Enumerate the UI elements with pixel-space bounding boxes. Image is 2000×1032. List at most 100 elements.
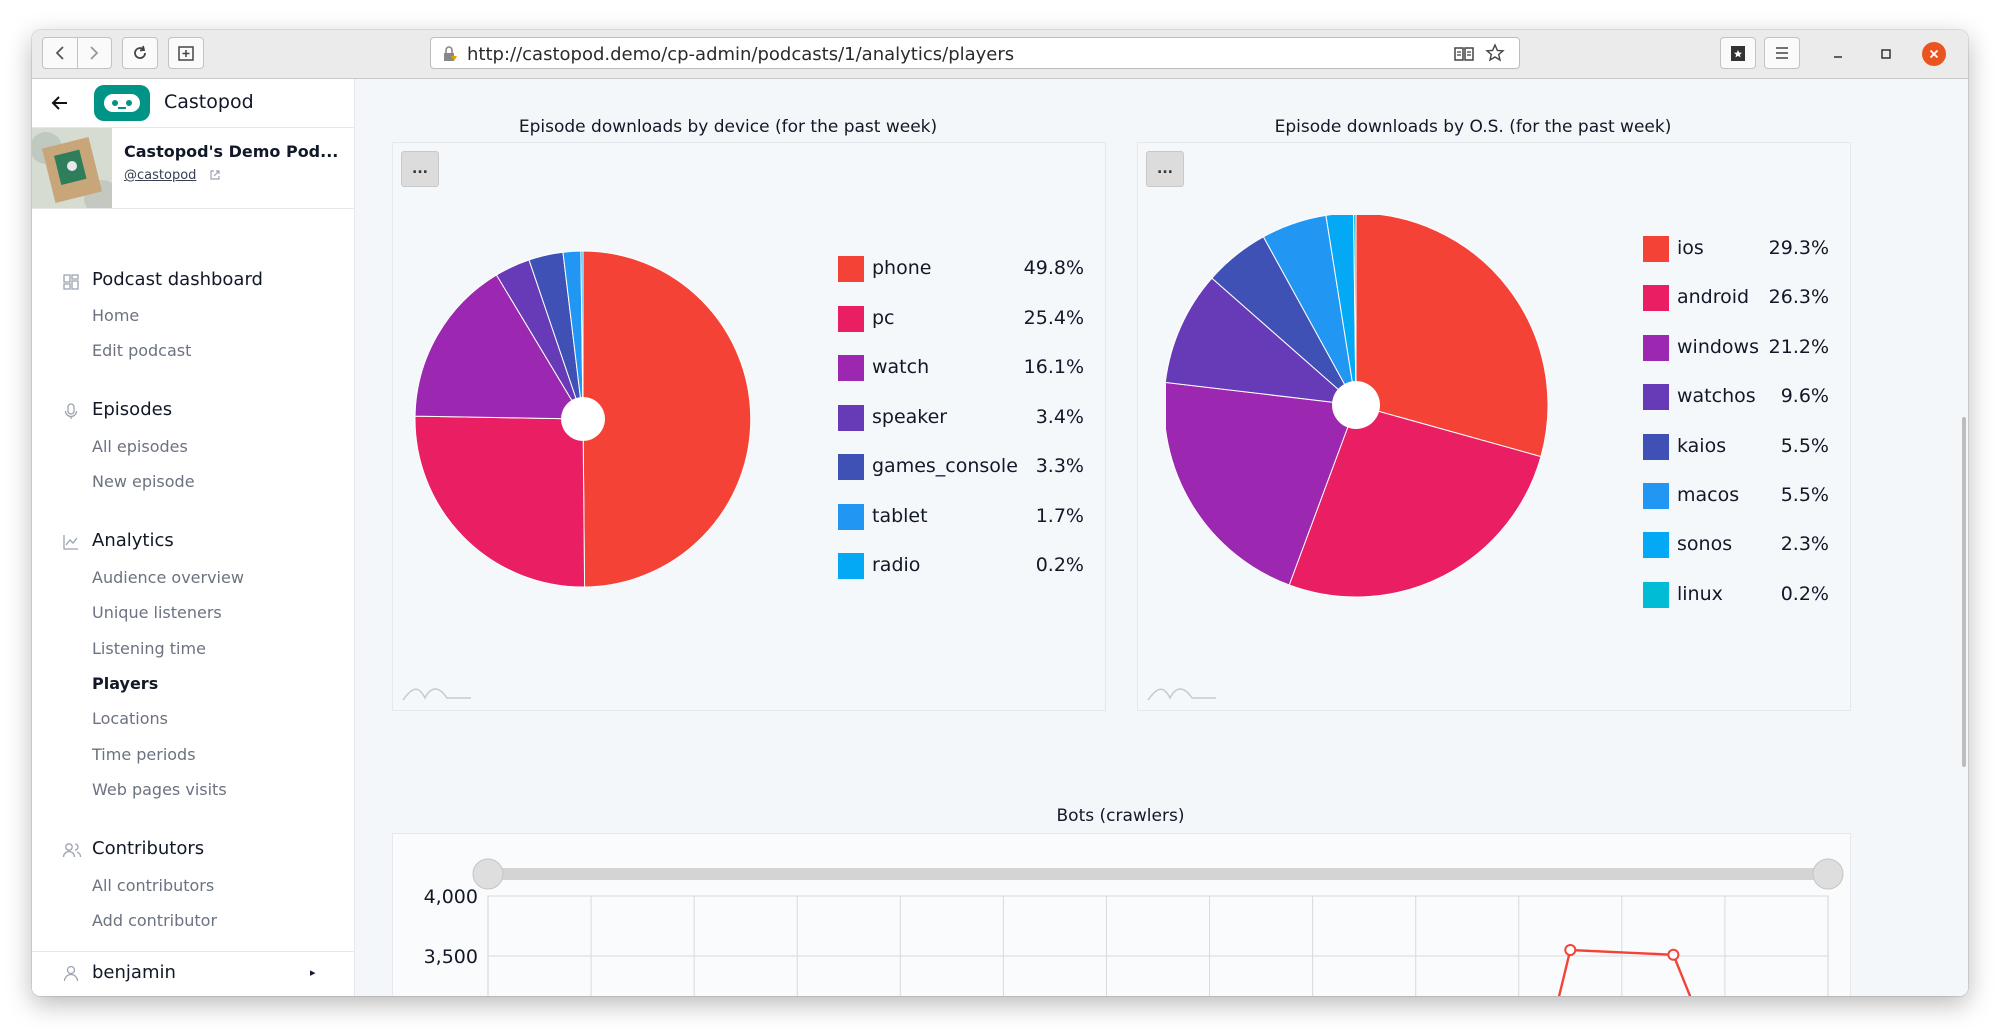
nav-item-edit-podcast[interactable]: Edit podcast xyxy=(92,341,191,360)
zoom-slider-track[interactable] xyxy=(488,868,1828,880)
os-pie-center xyxy=(1332,381,1380,429)
nav-section-podcast-dashboard[interactable]: Podcast dashboard xyxy=(92,269,263,290)
new-tab-button[interactable] xyxy=(168,37,204,69)
os-chart-title: Episode downloads by O.S. (for the past … xyxy=(1274,117,1672,137)
nav-item-locations[interactable]: Locations xyxy=(92,709,168,728)
zoom-slider-right-handle[interactable] xyxy=(1812,858,1844,890)
forward-button[interactable] xyxy=(76,38,112,68)
app-name[interactable]: Castopod xyxy=(164,91,254,113)
nav-section-episodes[interactable]: Episodes xyxy=(92,399,172,420)
castopod-logo-icon xyxy=(104,94,140,112)
nav-item-home[interactable]: Home xyxy=(92,306,139,325)
device-legend-item[interactable]: pc 25.4% xyxy=(838,303,1088,335)
external-link-icon[interactable] xyxy=(208,168,222,182)
nav-item-unique-listeners[interactable]: Unique listeners xyxy=(92,603,222,622)
maximize-button[interactable] xyxy=(1874,42,1898,66)
legend-label: ios xyxy=(1677,237,1704,259)
os-legend-item[interactable]: linux 0.2% xyxy=(1643,579,1833,611)
legend-label: games_console xyxy=(872,455,1018,477)
nav-section-analytics[interactable]: Analytics xyxy=(92,530,174,551)
os-legend-item[interactable]: kaios 5.5% xyxy=(1643,431,1833,463)
os-legend-item[interactable]: sonos 2.3% xyxy=(1643,529,1833,561)
bots-series-line xyxy=(1557,948,1692,996)
os-legend-item[interactable]: ios 29.3% xyxy=(1643,233,1833,265)
device-legend-item[interactable]: speaker 3.4% xyxy=(838,402,1088,434)
legend-label: watchos xyxy=(1677,385,1756,408)
legend-label: pc xyxy=(872,306,895,329)
legend-label: speaker xyxy=(872,405,948,428)
chevron-right-icon xyxy=(90,46,99,60)
bots-data-point[interactable] xyxy=(1564,944,1577,956)
user-menu[interactable]: benjamin ▸ xyxy=(32,951,354,996)
bots-data-point[interactable] xyxy=(1667,948,1680,961)
podcast-cover[interactable] xyxy=(32,128,112,208)
nav-item-listening-time[interactable]: Listening time xyxy=(92,639,206,658)
dashboard-icon xyxy=(63,274,79,290)
legend-value: 0.2% xyxy=(1035,554,1084,576)
legend-value: 5.5% xyxy=(1780,434,1829,457)
nav-item-all-episodes[interactable]: All episodes xyxy=(92,437,188,456)
os-legend-item[interactable]: watchos 9.6% xyxy=(1643,381,1833,413)
podcast-handle-link[interactable]: @castopod xyxy=(124,168,196,183)
nav-item-audience-overview[interactable]: Audience overview xyxy=(92,568,244,587)
legend-swatch xyxy=(838,256,864,282)
caret-right-icon[interactable]: ▸ xyxy=(310,966,316,979)
user-icon xyxy=(63,965,79,982)
bookmark-star-icon[interactable] xyxy=(1485,43,1505,63)
nav-item-new-episode[interactable]: New episode xyxy=(92,472,195,491)
reader-view-icon[interactable] xyxy=(1453,44,1475,64)
device-legend-item[interactable]: tablet 1.7% xyxy=(838,501,1088,533)
podcast-title[interactable]: Castopod's Demo Pod... xyxy=(124,142,338,161)
castopod-logo[interactable] xyxy=(94,85,150,121)
legend-value: 49.8% xyxy=(1023,257,1084,279)
user-name[interactable]: benjamin xyxy=(92,962,176,983)
nav-item-web-pages-visits[interactable]: Web pages visits xyxy=(92,780,227,799)
device-pie-center xyxy=(561,397,605,441)
legend-label: linux xyxy=(1677,582,1723,605)
browser-toolbar: http://castopod.demo/cp-admin/podcasts/1… xyxy=(32,30,1968,79)
legend-label: macos xyxy=(1677,484,1740,506)
legend-label: phone xyxy=(872,257,932,279)
bookmarks-button[interactable] xyxy=(1720,37,1756,69)
nav-item-add-contributor[interactable]: Add contributor xyxy=(92,911,217,930)
close-button[interactable] xyxy=(1922,42,1946,66)
reload-button[interactable] xyxy=(122,37,158,69)
legend-value: 2.3% xyxy=(1780,533,1829,556)
bots-line-chart: 4,0003,5003,000 xyxy=(424,858,1844,996)
device-legend-item[interactable]: games_console 3.3% xyxy=(838,451,1088,483)
device-slice-phone[interactable] xyxy=(582,250,752,588)
url-text[interactable]: http://castopod.demo/cp-admin/podcasts/1… xyxy=(467,44,1014,65)
os-legend-item[interactable]: macos 5.5% xyxy=(1643,480,1833,512)
device-pie-chart xyxy=(414,250,752,588)
nav-item-players[interactable]: Players xyxy=(92,674,158,693)
legend-swatch xyxy=(838,503,864,530)
device-chart-menu-button[interactable]: ... xyxy=(401,151,439,187)
sidebar: Castopod Castopod's Demo Pod... @castopo… xyxy=(32,79,355,996)
nav-item-all-contributors[interactable]: All contributors xyxy=(92,876,214,895)
legend-label: sonos xyxy=(1677,533,1733,556)
os-chart-menu-button[interactable]: ... xyxy=(1146,151,1184,187)
bots-chart-card: 4,0003,5003,000 xyxy=(392,833,1851,996)
back-button[interactable] xyxy=(43,38,77,68)
chevron-left-icon xyxy=(55,46,64,60)
device-chart-card: ... phone 49.8% pc 25.4% watch 16.1% speaker 3.… xyxy=(392,142,1106,711)
sidebar-header: Castopod xyxy=(32,79,354,128)
device-legend-item[interactable]: watch 16.1% xyxy=(838,352,1088,384)
nav-item-time-periods[interactable]: Time periods xyxy=(92,745,196,764)
page-scrollbar[interactable] xyxy=(1962,417,1966,767)
address-bar[interactable]: http://castopod.demo/cp-admin/podcasts/1… xyxy=(430,37,1520,69)
os-legend-item[interactable]: windows 21.2% xyxy=(1643,332,1833,364)
os-legend-item[interactable]: android 26.3% xyxy=(1643,282,1833,314)
device-legend-item[interactable]: phone 49.8% xyxy=(838,253,1088,285)
legend-label: android xyxy=(1677,286,1750,309)
menu-button[interactable] xyxy=(1764,37,1800,69)
zoom-slider-left-handle[interactable] xyxy=(472,858,504,890)
device-slice-pc[interactable] xyxy=(414,415,586,588)
arrow-left-icon[interactable] xyxy=(50,93,70,113)
legend-label: kaios xyxy=(1677,434,1727,457)
legend-swatch xyxy=(1643,483,1669,509)
users-icon xyxy=(62,843,82,858)
device-legend-item[interactable]: radio 0.2% xyxy=(838,550,1088,582)
minimize-button[interactable] xyxy=(1826,42,1850,66)
nav-section-contributors[interactable]: Contributors xyxy=(92,838,204,859)
